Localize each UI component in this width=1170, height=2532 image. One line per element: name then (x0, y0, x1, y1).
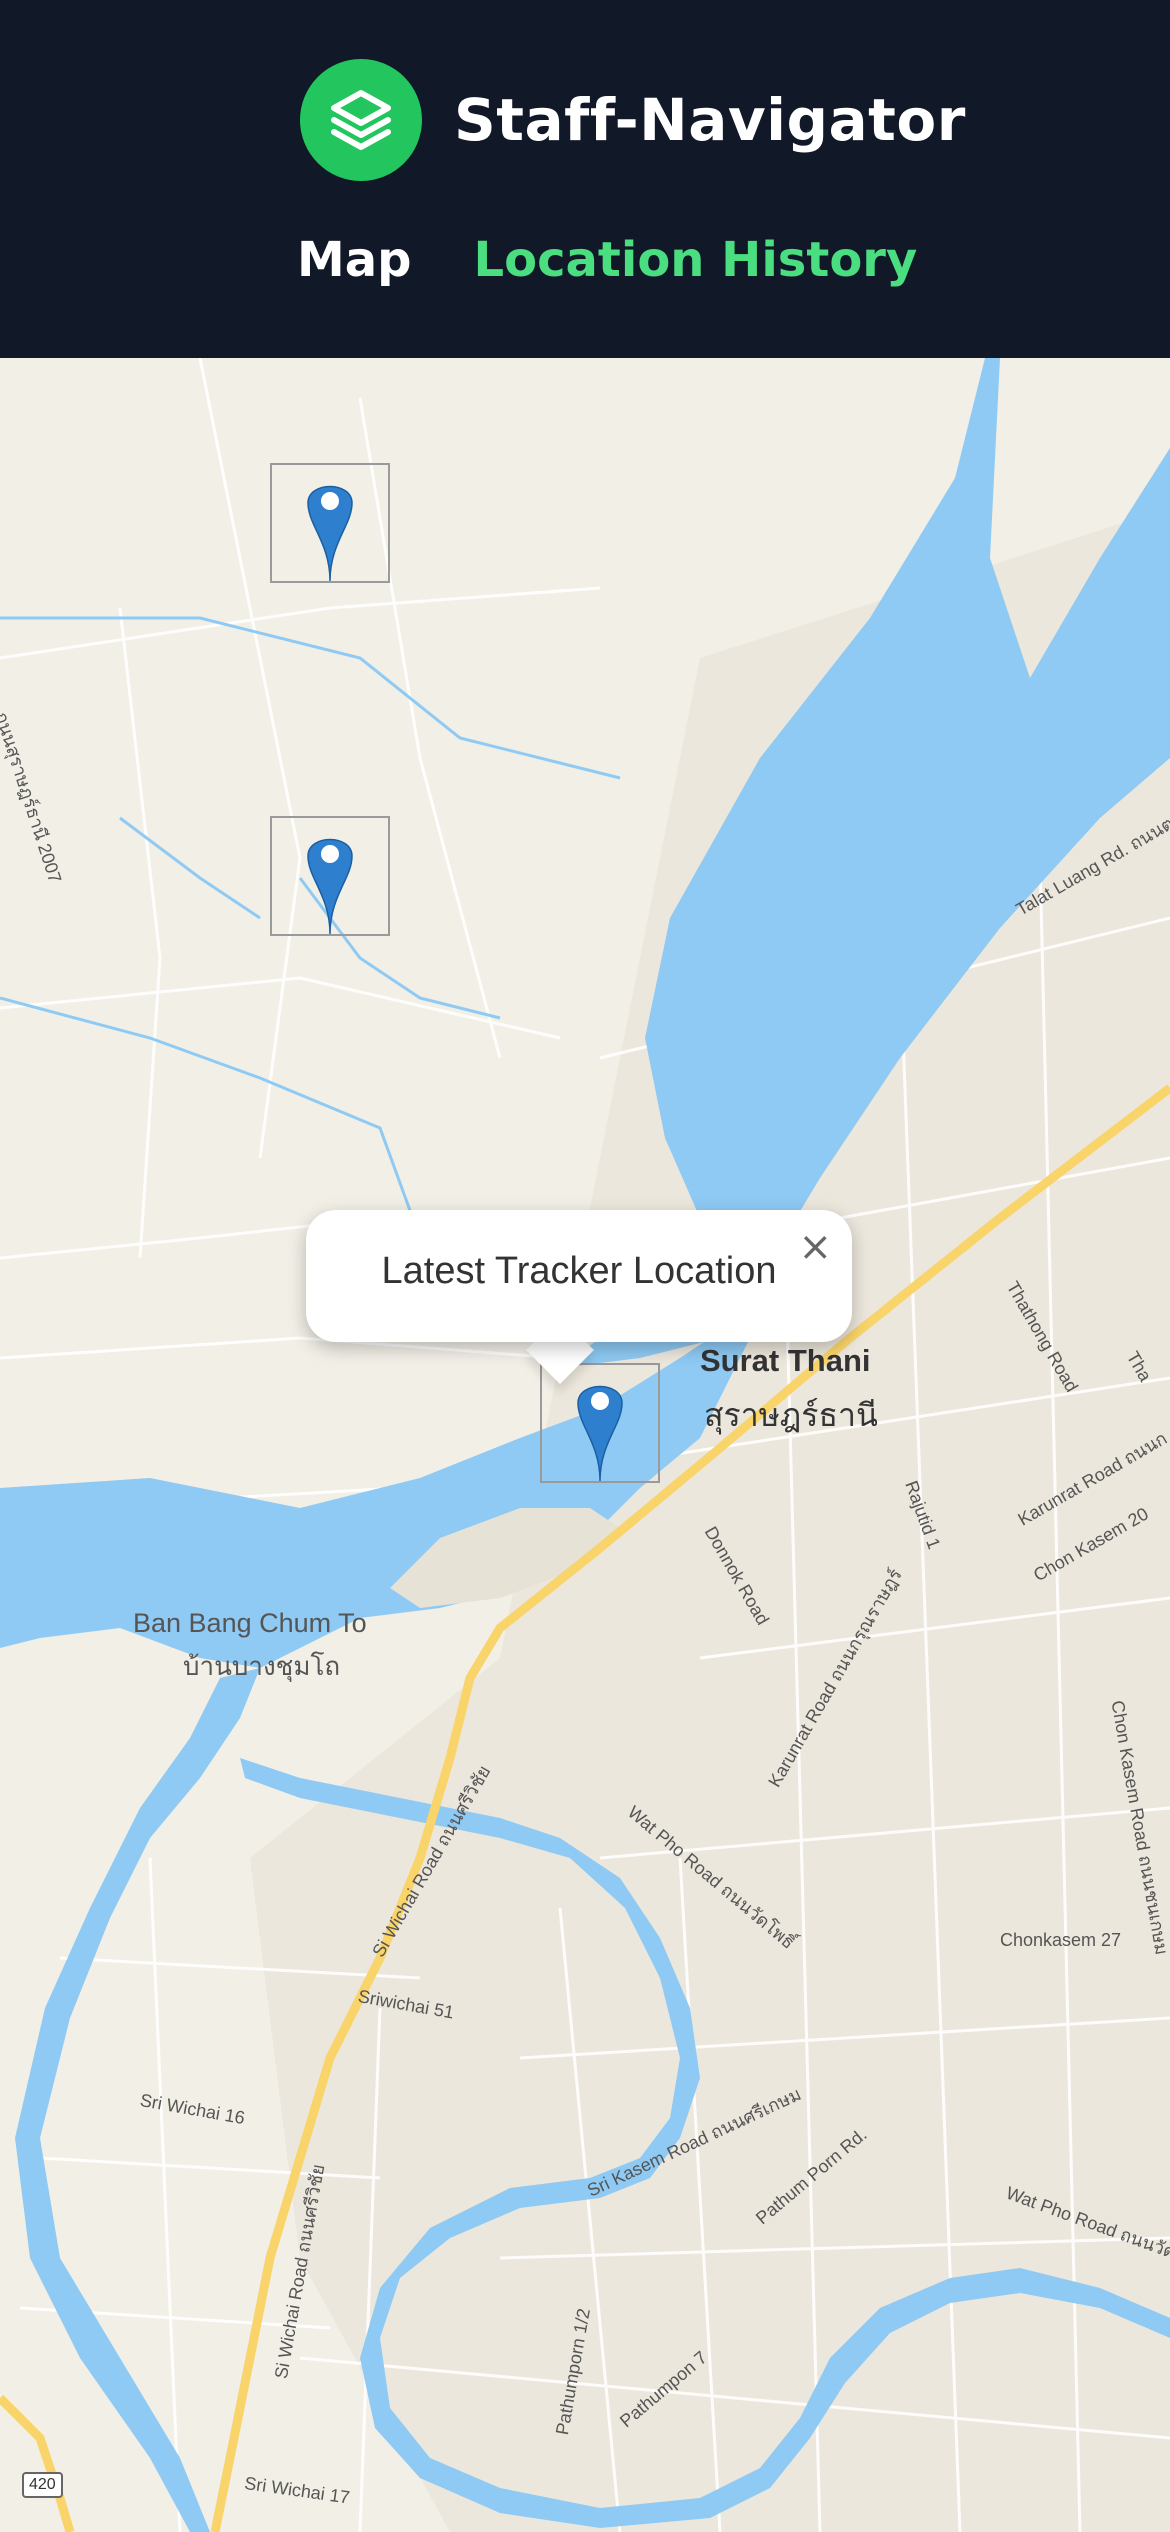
location-marker-2[interactable] (270, 816, 390, 936)
nav-location-history-link[interactable]: Location History (474, 232, 918, 288)
close-icon[interactable]: × (798, 1224, 832, 1270)
location-marker-1[interactable] (270, 463, 390, 583)
map-view[interactable]: Surat Thani สุราษฎร์ธานี Ban Bang Chum T… (0, 358, 1170, 2532)
brand[interactable]: Staff-Navigator (300, 59, 966, 181)
popup-text: Latest Tracker Location (381, 1250, 777, 1292)
city-label: Surat Thani (700, 1343, 871, 1378)
route-shield: 420 (22, 2472, 63, 2498)
map-pin-icon (307, 485, 353, 582)
city-label-thai: สุราษฎร์ธานี (704, 1396, 878, 1434)
main-nav: Map Location History (297, 232, 917, 288)
village-label: Ban Bang Chum To (133, 1608, 367, 1638)
nav-map-link[interactable]: Map (297, 232, 412, 288)
village-label-thai: บ้านบางชุมโถ (183, 1652, 341, 1682)
layers-icon (300, 59, 422, 181)
tracker-popup: Latest Tracker Location × (306, 1210, 852, 1342)
road-label: Chonkasem 27 (1000, 1930, 1122, 1950)
app-header: Staff-Navigator Map Location History (0, 0, 1170, 358)
map-pin-icon (307, 838, 353, 935)
app-title: Staff-Navigator (454, 86, 966, 154)
